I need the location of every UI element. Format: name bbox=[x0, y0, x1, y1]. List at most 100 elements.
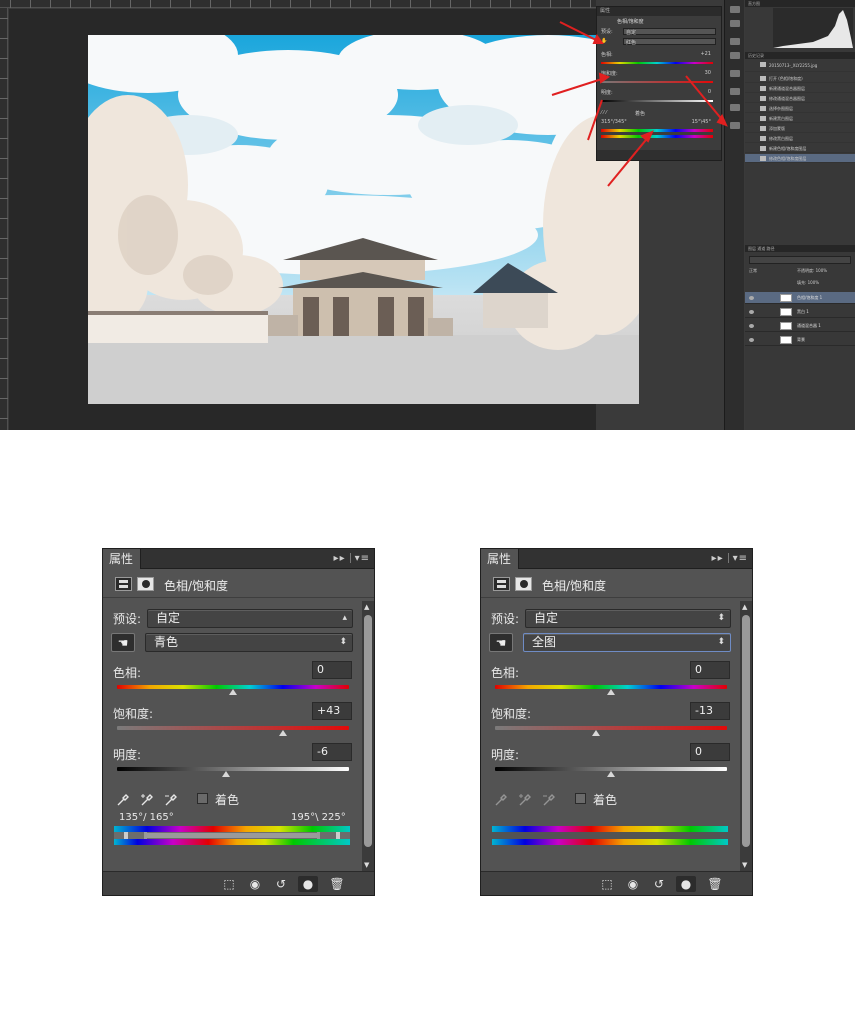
blend-mode-select[interactable]: 正常 bbox=[749, 268, 757, 274]
panel-scrollbar[interactable]: ▲ ▼ bbox=[740, 601, 752, 871]
hue-value-field[interactable]: 0 bbox=[690, 661, 730, 679]
mini-sat-slider[interactable] bbox=[601, 81, 713, 83]
clip-to-layer-icon[interactable]: ⬚ bbox=[597, 876, 617, 892]
eye-icon[interactable] bbox=[749, 310, 754, 314]
mini-range-bar-top[interactable] bbox=[601, 129, 713, 132]
hue-slider-knob[interactable] bbox=[607, 689, 615, 695]
layer-row[interactable]: 背景 bbox=[745, 334, 855, 346]
panel-menu-icon[interactable]: ▾≡ bbox=[733, 553, 748, 564]
styles-icon[interactable] bbox=[730, 104, 740, 111]
adjustment-layer-icon[interactable] bbox=[115, 577, 132, 591]
hue-slider-knob[interactable] bbox=[229, 689, 237, 695]
histogram-tab[interactable]: 直方图 bbox=[745, 0, 855, 7]
panel-scrollbar[interactable]: ▲ ▼ bbox=[362, 601, 374, 871]
layer-row[interactable]: 黑白 1 bbox=[745, 306, 855, 318]
saturation-slider-track[interactable] bbox=[117, 726, 349, 730]
layer-row[interactable]: 色相/饱和度 1 bbox=[745, 292, 855, 304]
eyedropper-minus-icon[interactable] bbox=[164, 792, 178, 806]
layer-filter[interactable] bbox=[749, 256, 851, 264]
mini-props-tab[interactable]: 属性 bbox=[597, 7, 721, 16]
fill-field[interactable]: 填充: 100% bbox=[797, 280, 819, 286]
mini-preset-select[interactable]: 自定 bbox=[623, 28, 716, 36]
character-icon[interactable] bbox=[730, 88, 740, 95]
preset-select[interactable]: 自定 ▴ bbox=[147, 609, 353, 628]
range-selection[interactable] bbox=[147, 833, 317, 838]
range-handle-left-outer[interactable] bbox=[124, 832, 128, 839]
scroll-up-icon[interactable]: ▲ bbox=[742, 603, 747, 611]
eye-icon[interactable] bbox=[749, 296, 754, 300]
history-item[interactable]: 新建色相/饱和度图层 bbox=[745, 144, 855, 153]
tools-icon[interactable] bbox=[730, 122, 740, 129]
history-item[interactable]: 新建黑白图层 bbox=[745, 114, 855, 123]
properties-tab[interactable]: 属性 bbox=[481, 549, 519, 569]
saturation-slider-knob[interactable] bbox=[278, 730, 287, 736]
delete-icon[interactable]: 🗑 bbox=[705, 876, 725, 892]
mini-hue-value[interactable]: +21 bbox=[700, 51, 711, 57]
range-handle-right-inner[interactable] bbox=[317, 832, 320, 839]
visibility-icon[interactable]: ● bbox=[298, 876, 318, 892]
scroll-thumb[interactable] bbox=[742, 615, 750, 847]
properties-tab[interactable]: 属性 bbox=[103, 549, 141, 569]
visibility-icon[interactable]: ● bbox=[676, 876, 696, 892]
range-selector[interactable] bbox=[114, 832, 350, 839]
lightness-slider-track[interactable] bbox=[117, 767, 349, 771]
history-tab[interactable]: 历史记录 bbox=[745, 52, 855, 59]
opacity-field[interactable]: 不透明度: 100% bbox=[797, 268, 827, 274]
scroll-thumb[interactable] bbox=[364, 615, 372, 847]
eyedropper-plus-icon[interactable] bbox=[140, 792, 154, 806]
view-previous-icon[interactable]: ◉ bbox=[245, 876, 265, 892]
adjustment-layer-icon[interactable] bbox=[493, 577, 510, 591]
layer-row[interactable]: 通道混合器 1 bbox=[745, 320, 855, 332]
history-item[interactable]: 选择杂图图层 bbox=[745, 104, 855, 113]
colorize-checkbox[interactable] bbox=[575, 793, 586, 804]
mini-channel-select[interactable]: 红色 bbox=[623, 38, 716, 46]
lightness-value-field[interactable]: -6 bbox=[312, 743, 352, 761]
panel-menu-icon[interactable]: ▾≡ bbox=[355, 553, 370, 564]
eyedropper-icon[interactable] bbox=[116, 792, 130, 806]
clip-to-layer-icon[interactable]: ⬚ bbox=[219, 876, 239, 892]
lightness-slider-knob[interactable] bbox=[607, 771, 615, 777]
lightness-value-field[interactable]: 0 bbox=[690, 743, 730, 761]
history-item[interactable]: 修改黑白图层 bbox=[745, 134, 855, 143]
scroll-down-icon[interactable]: ▼ bbox=[742, 861, 747, 869]
adjustments-icon[interactable] bbox=[730, 38, 740, 45]
history-item[interactable]: 修改通道混合器图层 bbox=[745, 94, 855, 103]
range-handle-right-outer[interactable] bbox=[336, 832, 340, 839]
mini-hue-slider[interactable] bbox=[601, 62, 713, 64]
hue-value-field[interactable]: 0 bbox=[312, 661, 352, 679]
hand-icon[interactable]: ✋ bbox=[601, 38, 607, 44]
saturation-slider-knob[interactable] bbox=[591, 730, 600, 736]
preset-select[interactable]: 自定 ⬍ bbox=[525, 609, 731, 628]
scroll-up-icon[interactable]: ▲ bbox=[364, 603, 369, 611]
channel-select[interactable]: 青色 ⬍ bbox=[145, 633, 353, 652]
mask-icon[interactable] bbox=[515, 577, 532, 591]
collapse-icon[interactable]: ▸▸ bbox=[334, 553, 346, 564]
history-snapshot[interactable]: 20150713-_XLY2255.jpg bbox=[745, 60, 855, 72]
channel-select[interactable]: 全图 ⬍ bbox=[523, 633, 731, 652]
hand-tool-icon[interactable]: ☚ bbox=[489, 633, 513, 652]
view-previous-icon[interactable]: ◉ bbox=[623, 876, 643, 892]
history-item[interactable]: 打开 (色相/饱和度) bbox=[745, 74, 855, 83]
delete-icon[interactable]: 🗑 bbox=[327, 876, 347, 892]
eye-icon[interactable] bbox=[749, 324, 754, 328]
lightness-slider-knob[interactable] bbox=[222, 771, 231, 777]
colorize-checkbox[interactable] bbox=[197, 793, 208, 804]
eyedropper-icon[interactable]: ⁄ ⁄ ⁄ bbox=[601, 110, 607, 116]
saturation-slider-track[interactable] bbox=[495, 726, 727, 730]
collapse-icon[interactable]: ▸▸ bbox=[712, 553, 724, 564]
history-item[interactable]: 新建通道混合器图层 bbox=[745, 84, 855, 93]
eye-icon[interactable] bbox=[749, 338, 754, 342]
reset-icon[interactable]: ↺ bbox=[271, 876, 291, 892]
saturation-value-field[interactable]: +43 bbox=[312, 702, 352, 720]
mini-light-slider[interactable] bbox=[601, 100, 713, 102]
history-item[interactable]: 添加蒙版 bbox=[745, 124, 855, 133]
hand-tool-icon[interactable]: ☚ bbox=[111, 633, 135, 652]
info-icon[interactable] bbox=[730, 20, 740, 27]
mini-light-value[interactable]: 0 bbox=[708, 89, 711, 95]
reset-icon[interactable]: ↺ bbox=[649, 876, 669, 892]
saturation-value-field[interactable]: -13 bbox=[690, 702, 730, 720]
histogram-icon[interactable] bbox=[730, 6, 740, 13]
layers-tab[interactable]: 图层 通道 路径 bbox=[745, 245, 855, 252]
history-item[interactable]: 修改色相/饱和度图层 bbox=[745, 154, 855, 163]
scroll-down-icon[interactable]: ▼ bbox=[364, 861, 369, 869]
